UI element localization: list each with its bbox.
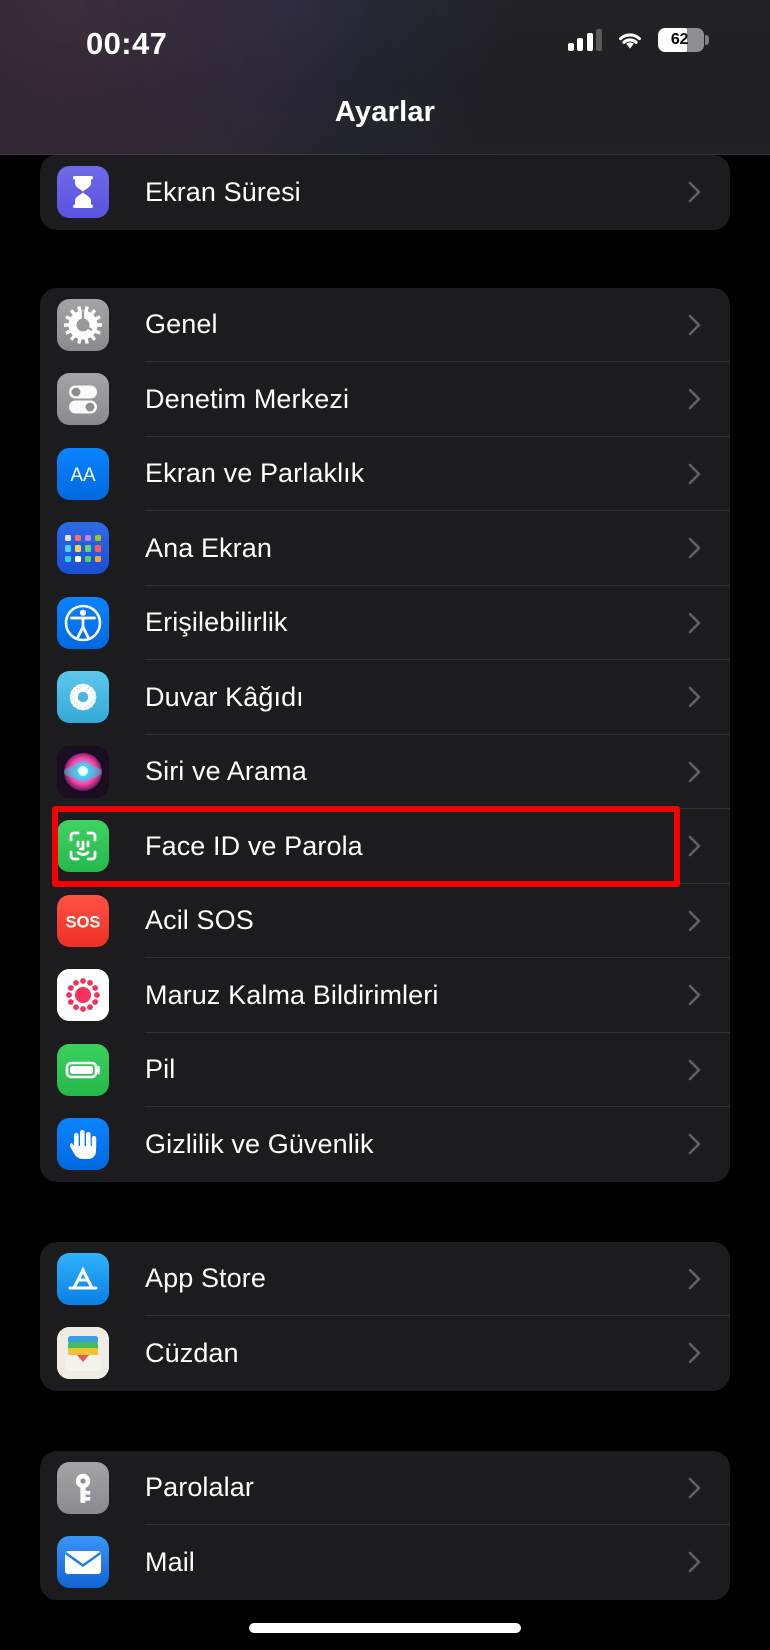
settings-row-acil-sos[interactable]: SOS Acil SOS (40, 884, 730, 958)
chevron-right-icon (688, 984, 701, 1006)
chevron-right-icon (688, 181, 701, 203)
siri-icon (57, 745, 109, 798)
navigation-header: 00:47 62 Ayarlar (0, 0, 770, 155)
settings-row-label: Face ID ve Parola (145, 830, 363, 861)
chevron-right-icon (688, 388, 701, 410)
settings-row-app-store[interactable]: App Store (40, 1242, 730, 1316)
settings-row-ekran-ve-parlaklik[interactable]: AA Ekran ve Parlaklık (40, 437, 730, 511)
settings-row-label: Duvar Kâğıdı (145, 681, 304, 712)
settings-row-label: Mail (145, 1546, 195, 1577)
settings-row-duvar-kagidi[interactable]: Duvar Kâğıdı (40, 660, 730, 735)
chevron-right-icon (688, 1059, 701, 1081)
chevron-right-icon (688, 761, 701, 783)
screen-time-section: Ekran Süresi (40, 155, 730, 230)
hourglass-icon (57, 166, 109, 219)
settings-row-label: App Store (145, 1263, 266, 1294)
chevron-right-icon (688, 537, 701, 559)
settings-row-label: Ana Ekran (145, 532, 272, 563)
store-section: App Store Cüzdan (40, 1241, 730, 1391)
display-brightness-icon: AA (57, 447, 109, 500)
settings-row-label: Ekran ve Parlaklık (145, 458, 365, 489)
mail-icon (57, 1536, 109, 1589)
system-section: Genel Denetim Merkezi AA Ekran ve Parlak… (40, 287, 730, 1182)
battery-icon: 62 (658, 28, 709, 52)
settings-row-label: Cüzdan (145, 1337, 239, 1368)
apps-section: Parolalar Mail (40, 1450, 730, 1600)
accessibility-icon (57, 596, 109, 649)
chevron-right-icon (688, 686, 701, 708)
settings-row-gizlilik-ve-guvenlik[interactable]: Gizlilik ve Güvenlik (40, 1107, 730, 1182)
settings-row-siri-ve-arama[interactable]: Siri ve Arama (40, 735, 730, 809)
settings-row-label: Denetim Merkezi (145, 383, 350, 414)
chevron-right-icon (688, 612, 701, 634)
svg-text:AA: AA (70, 465, 96, 486)
status-bar-indicators: 62 (567, 28, 709, 52)
settings-row-pil[interactable]: Pil (40, 1033, 730, 1107)
settings-row-label: Maruz Kalma Bildirimleri (145, 979, 439, 1010)
settings-row-label: Acil SOS (145, 905, 254, 936)
gear-icon (57, 298, 109, 351)
chevron-right-icon (688, 1268, 701, 1290)
settings-screen: 00:47 62 Ayarlar Ekran Süresi Genel Dene… (0, 0, 770, 1650)
settings-row-ana-ekran[interactable]: Ana Ekran (40, 511, 730, 586)
settings-row-label: Pil (145, 1054, 176, 1085)
wallpaper-icon (57, 671, 109, 724)
settings-row-label: Gizlilik ve Güvenlik (145, 1128, 374, 1159)
settings-row-label: Siri ve Arama (145, 756, 307, 787)
settings-row-label: Parolalar (145, 1472, 254, 1503)
settings-row-face-id-ve-parola[interactable]: Face ID ve Parola (40, 809, 730, 884)
chevron-right-icon (688, 1342, 701, 1364)
home-indicator[interactable] (249, 1623, 521, 1633)
chevron-right-icon (688, 1133, 701, 1155)
cellular-signal-icon (567, 29, 602, 51)
battery-percent-label: 62 (670, 31, 689, 48)
settings-row-label: Erişilebilirlik (145, 607, 288, 638)
settings-row-maruz-kalma-bildirimleri[interactable]: Maruz Kalma Bildirimleri (40, 958, 730, 1033)
exposure-notifications-icon (57, 969, 109, 1022)
settings-row-genel[interactable]: Genel (40, 288, 730, 362)
status-bar-clock: 00:47 (86, 26, 168, 61)
settings-row-label: Ekran Süresi (145, 176, 301, 207)
home-screen-grid-icon (57, 522, 109, 575)
settings-row-ekran-suresi[interactable]: Ekran Süresi (40, 155, 730, 230)
settings-row-denetim-merkezi[interactable]: Denetim Merkezi (40, 362, 730, 437)
sos-icon: SOS (57, 894, 109, 947)
settings-row-label: Genel (145, 309, 218, 340)
settings-row-cuzdan[interactable]: Cüzdan (40, 1316, 730, 1391)
battery-settings-icon (57, 1043, 109, 1096)
svg-text:SOS: SOS (66, 913, 101, 931)
face-id-icon (57, 820, 109, 873)
chevron-right-icon (688, 1551, 701, 1573)
settings-row-erisilebilirlik[interactable]: Erişilebilirlik (40, 586, 730, 660)
settings-row-mail[interactable]: Mail (40, 1525, 730, 1600)
app-store-icon (57, 1252, 109, 1305)
chevron-right-icon (688, 910, 701, 932)
settings-list: Ekran Süresi Genel Denetim Merkezi AA Ek… (0, 155, 770, 1600)
chevron-right-icon (688, 1477, 701, 1499)
settings-row-parolalar[interactable]: Parolalar (40, 1451, 730, 1525)
status-bar: 00:47 62 (0, 0, 770, 78)
key-icon (57, 1461, 109, 1514)
control-center-icon (57, 373, 109, 426)
chevron-right-icon (688, 835, 701, 857)
wallet-icon (57, 1327, 109, 1380)
privacy-hand-icon (57, 1118, 109, 1171)
chevron-right-icon (688, 314, 701, 336)
page-title: Ayarlar (334, 96, 436, 128)
chevron-right-icon (688, 463, 701, 485)
wifi-icon (616, 30, 644, 51)
